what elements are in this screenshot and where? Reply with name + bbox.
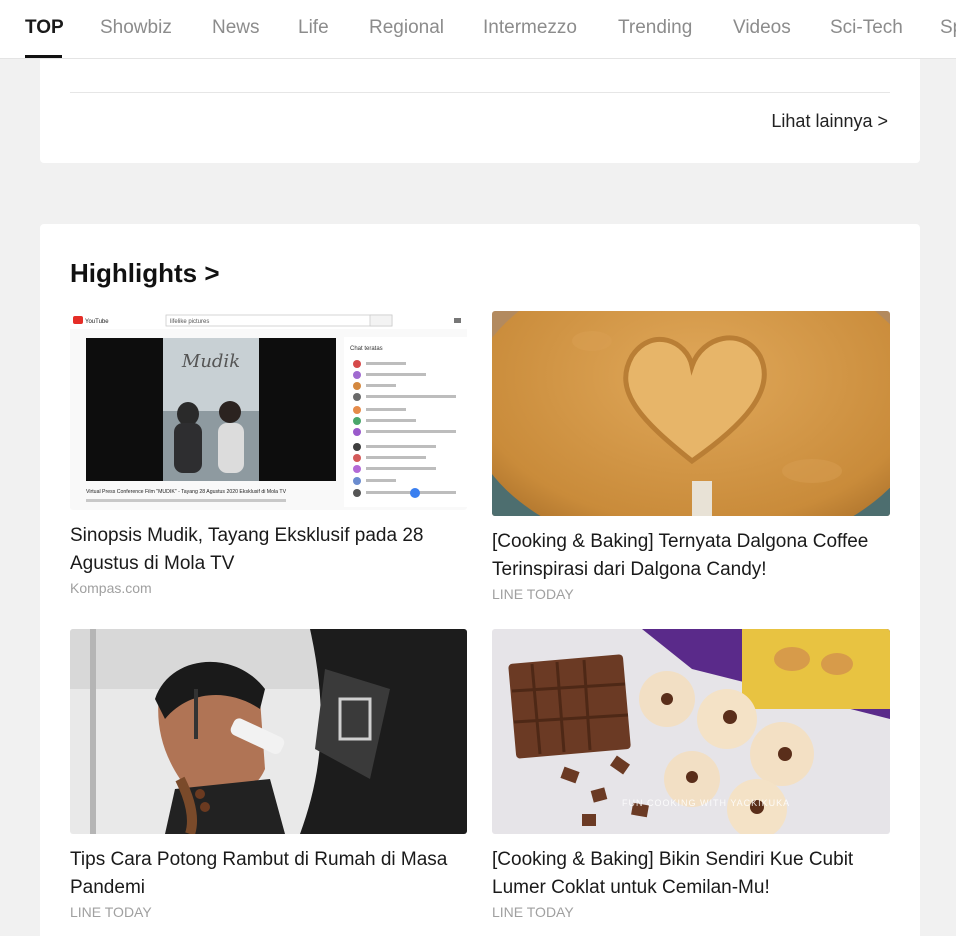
news-item-source: LINE TODAY bbox=[492, 904, 574, 920]
tab-sports-partial[interactable]: Sp bbox=[940, 17, 956, 39]
thumbnail-video-screenshot[interactable]: YouTube lifelike pictures Mudik Chat ter… bbox=[70, 311, 467, 510]
news-item-title[interactable]: Tips Cara Potong Rambut di Rumah di Masa… bbox=[70, 846, 467, 902]
thumb-video-caption: Virtual Press Conference Film "MUDIK" - … bbox=[86, 489, 287, 495]
highlights-section: Highlights > YouTube lifelike pictures M… bbox=[40, 224, 920, 936]
news-item-source: LINE TODAY bbox=[70, 904, 152, 920]
section-title-highlights[interactable]: Highlights > bbox=[70, 258, 220, 289]
news-item-haircut[interactable]: Tips Cara Potong Rambut di Rumah di Masa… bbox=[70, 629, 467, 920]
news-item-source: Kompas.com bbox=[70, 580, 152, 596]
news-item-mudik[interactable]: YouTube lifelike pictures Mudik Chat ter… bbox=[70, 311, 467, 596]
tab-news[interactable]: News bbox=[212, 17, 260, 39]
tab-showbiz[interactable]: Showbiz bbox=[100, 17, 172, 39]
tab-trending[interactable]: Trending bbox=[618, 17, 692, 39]
tab-intermezzo[interactable]: Intermezzo bbox=[483, 17, 577, 39]
previous-section-card: Lihat lainnya > bbox=[40, 59, 920, 163]
thumb-chat-header: Chat teratas bbox=[350, 346, 383, 352]
tab-regional[interactable]: Regional bbox=[369, 17, 444, 39]
news-item-source: LINE TODAY bbox=[492, 586, 574, 602]
news-item-kue-cubit[interactable]: FUN COOKING WITH YACKIKUKA [Cooking & Ba… bbox=[492, 629, 890, 920]
active-tab-indicator bbox=[25, 55, 62, 58]
tab-videos[interactable]: Videos bbox=[733, 17, 791, 39]
thumbnail-dalgona-candy[interactable] bbox=[492, 311, 890, 516]
tab-life[interactable]: Life bbox=[298, 17, 329, 39]
thumbnail-kue-cubit[interactable]: FUN COOKING WITH YACKIKUKA bbox=[492, 629, 890, 834]
see-more-link[interactable]: Lihat lainnya > bbox=[771, 111, 888, 132]
tab-top[interactable]: TOP bbox=[25, 17, 64, 39]
news-item-title[interactable]: Sinopsis Mudik, Tayang Eksklusif pada 28… bbox=[70, 522, 467, 578]
section-divider bbox=[70, 92, 890, 93]
thumb-watermark: FUN COOKING WITH YACKIKUKA bbox=[622, 798, 790, 808]
svg-text:YouTube: YouTube bbox=[85, 319, 109, 325]
thumbnail-haircut[interactable] bbox=[70, 629, 467, 834]
thumb-poster-title: Mudik bbox=[181, 351, 240, 372]
news-item-dalgona[interactable]: [Cooking & Baking] Ternyata Dalgona Coff… bbox=[492, 311, 890, 602]
tab-sci-tech[interactable]: Sci-Tech bbox=[830, 17, 903, 39]
thumb-search-text: lifelike pictures bbox=[170, 319, 209, 325]
category-tab-bar: TOP Showbiz News Life Regional Intermezz… bbox=[0, 0, 956, 59]
news-item-title[interactable]: [Cooking & Baking] Ternyata Dalgona Coff… bbox=[492, 528, 890, 584]
news-item-title[interactable]: [Cooking & Baking] Bikin Sendiri Kue Cub… bbox=[492, 846, 890, 902]
